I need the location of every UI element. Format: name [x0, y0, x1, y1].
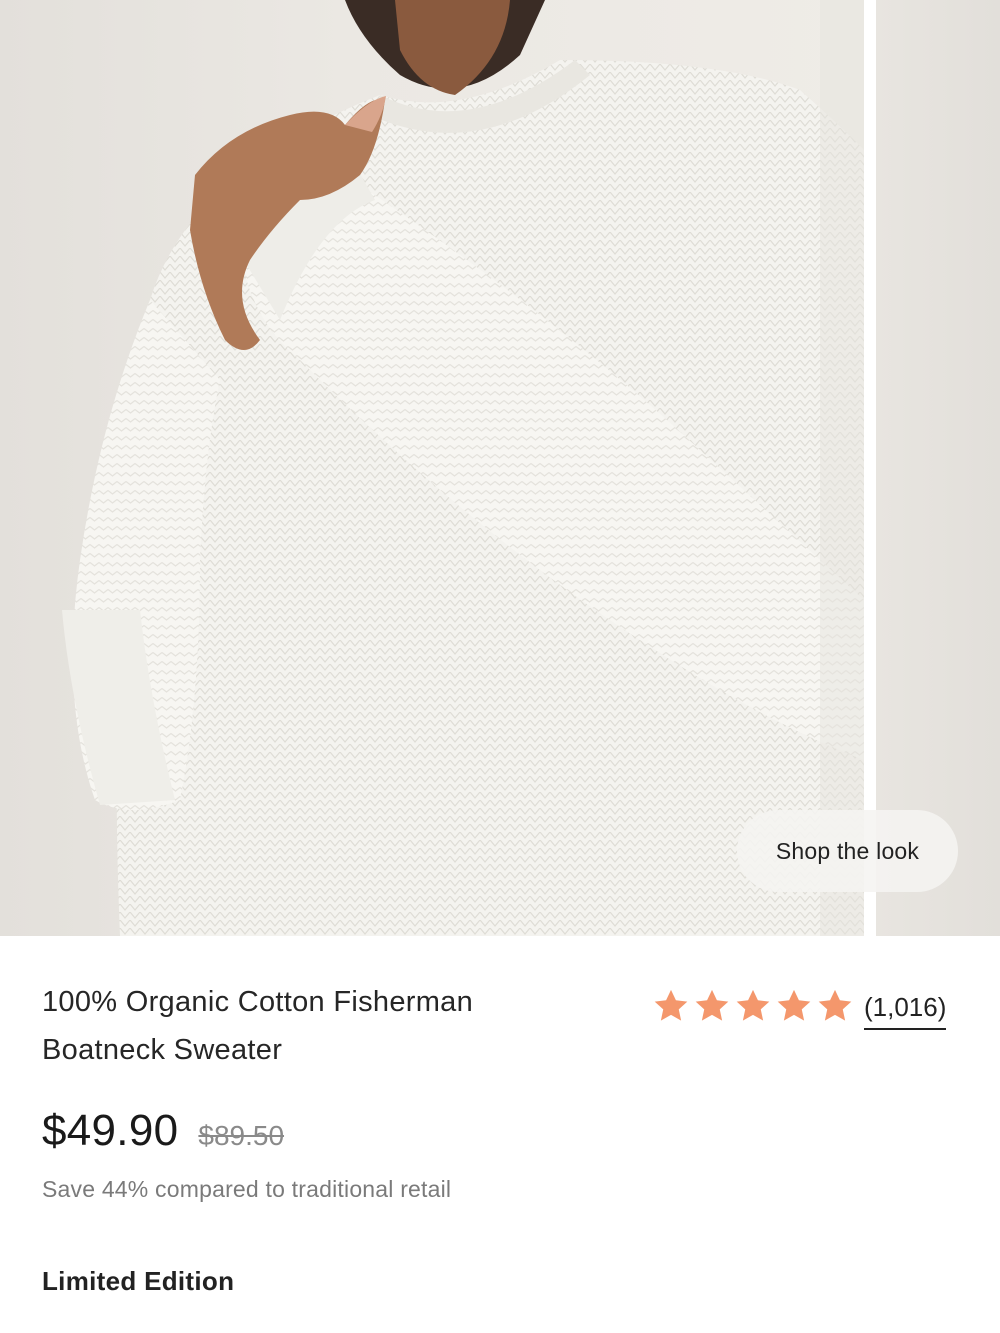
star-icon — [777, 989, 811, 1021]
product-image-gallery[interactable]: Shop the look — [0, 0, 1000, 936]
savings-note: Save 44% compared to traditional retail — [42, 1176, 452, 1202]
review-count-link[interactable]: (1,016) — [864, 992, 947, 1030]
star-icon — [736, 989, 770, 1021]
star-icon — [654, 989, 688, 1021]
product-photo-next[interactable] — [876, 0, 1000, 936]
star-icon — [695, 989, 729, 1021]
product-rating[interactable]: (1,016) — [652, 982, 947, 1030]
shop-the-look-button[interactable]: Shop the look — [737, 810, 958, 892]
star-icon — [818, 989, 852, 1021]
price-row: $49.90 $89.50 — [42, 1106, 284, 1156]
rating-stars — [652, 987, 854, 1025]
gallery-divider — [864, 0, 876, 936]
original-price: $89.50 — [198, 1120, 285, 1151]
sweater-photo — [62, 0, 864, 936]
product-info: 100% Organic Cotton Fisherman Boatneck S… — [0, 936, 1000, 1333]
product-title: 100% Organic Cotton Fisherman Boatneck S… — [42, 986, 474, 1066]
sale-price: $49.90 — [42, 1106, 179, 1155]
product-photo-main[interactable] — [0, 0, 864, 936]
limited-edition-label: Limited Edition — [42, 1266, 235, 1296]
